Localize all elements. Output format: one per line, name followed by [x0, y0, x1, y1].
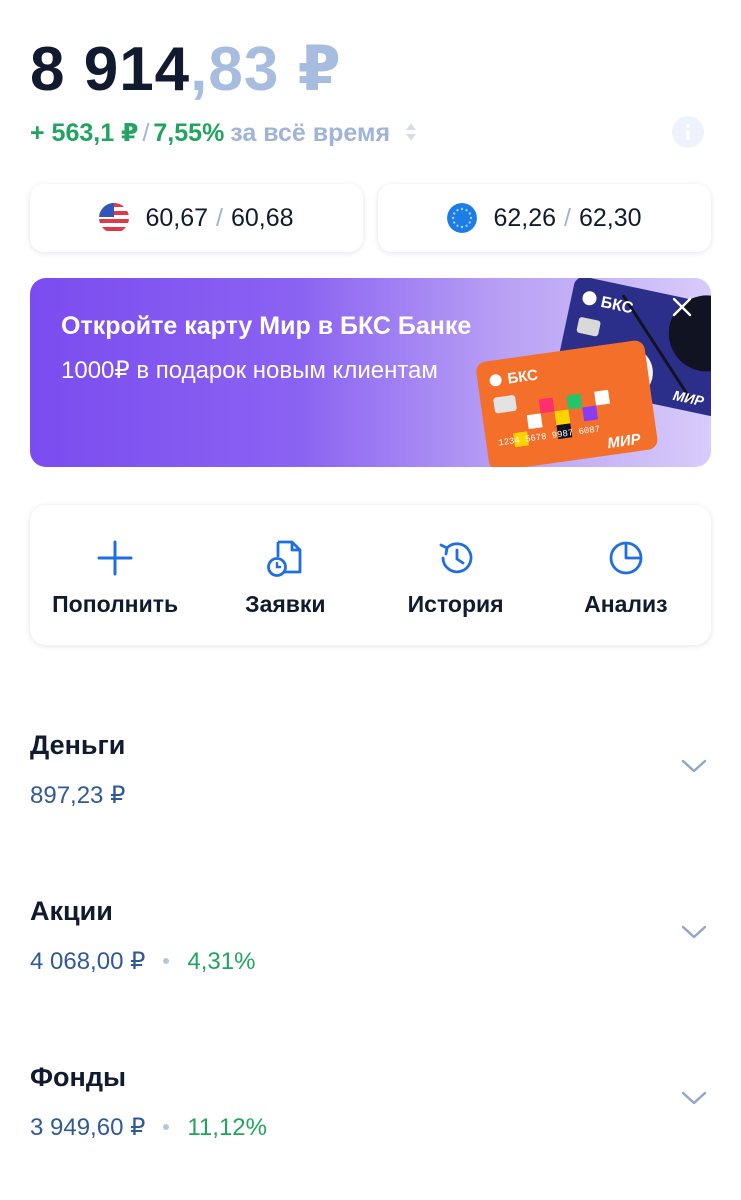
gain-absolute: + 563,1 ₽ — [30, 119, 139, 147]
portfolio-balance: 8 914,83 ₽ — [30, 34, 342, 106]
section-value: 897,23 ₽ — [30, 781, 711, 810]
close-icon[interactable] — [671, 296, 693, 318]
history-label: История — [407, 591, 504, 617]
eur-sell-rate: 62,30 — [578, 203, 642, 232]
promo-title: Откройте карту Мир в БКС Банке — [61, 312, 472, 340]
history-button[interactable]: История — [371, 505, 541, 645]
analysis-button[interactable]: Анализ — [541, 505, 711, 645]
chevron-down-icon[interactable] — [681, 924, 707, 940]
pie-chart-icon — [609, 541, 643, 575]
section-percent: 11,12% — [187, 1114, 267, 1141]
section-title: Деньги — [30, 730, 126, 760]
separator-dot — [163, 958, 170, 964]
section-title: Акции — [30, 896, 113, 926]
section-value: 4 068,00 ₽ 4,31% — [30, 947, 711, 976]
eur-rate-card[interactable]: 62,26 / 62,30 — [378, 184, 711, 252]
section-amount: 897,23 ₽ — [30, 782, 126, 809]
gain-percent: 7,55% — [153, 119, 225, 147]
rate-separator: / — [216, 203, 223, 232]
section-value: 3 949,60 ₽ 11,12% — [30, 1113, 711, 1142]
top-up-label: Пополнить — [52, 591, 179, 617]
gain-period: за всё время — [230, 119, 391, 147]
chevron-down-icon[interactable] — [681, 1090, 707, 1106]
promo-banner[interactable]: БКС МИР БКС 1234 5678 9987 6087 МИР Откр… — [30, 278, 711, 467]
promo-subtitle: 1000₽ в подарок новым клиентам — [61, 357, 438, 384]
balance-integer: 8 914 — [30, 35, 191, 104]
analysis-label: Анализ — [584, 591, 668, 617]
funds-section[interactable]: Фонды 3 949,60 ₽ 11,12% — [30, 1062, 711, 1142]
rate-separator: / — [564, 203, 571, 232]
usd-rate-card[interactable]: 60,67 / 60,68 — [30, 184, 363, 252]
history-icon — [439, 542, 473, 574]
balance-fraction: ,83 ₽ — [190, 35, 342, 104]
usd-buy-rate: 60,67 — [145, 203, 209, 232]
quick-actions-panel: Пополнить Заявки История Анализ — [30, 505, 711, 645]
usd-sell-rate: 60,68 — [230, 203, 294, 232]
section-amount: 4 068,00 ₽ — [30, 948, 146, 975]
gain-separator: / — [142, 119, 150, 147]
eu-flag-icon — [447, 203, 478, 233]
section-amount: 3 949,60 ₽ — [30, 1114, 146, 1141]
document-clock-icon — [267, 540, 302, 577]
plus-icon — [97, 540, 133, 576]
section-title: Фонды — [30, 1062, 127, 1092]
orders-button[interactable]: Заявки — [200, 505, 370, 645]
us-flag-icon — [99, 203, 130, 233]
info-icon[interactable] — [672, 116, 704, 148]
total-gain[interactable]: + 563,1 ₽/7,55% за всё время — [30, 116, 417, 150]
separator-dot — [163, 1124, 170, 1130]
eur-buy-rate: 62,26 — [493, 203, 557, 232]
stocks-section[interactable]: Акции 4 068,00 ₽ 4,31% — [30, 896, 711, 976]
section-percent: 4,31% — [187, 948, 256, 975]
top-up-button[interactable]: Пополнить — [30, 505, 200, 645]
money-section[interactable]: Деньги 897,23 ₽ — [30, 730, 711, 810]
chevron-down-icon[interactable] — [681, 758, 707, 774]
orders-label: Заявки — [245, 591, 326, 617]
sort-arrows-icon[interactable] — [405, 121, 417, 143]
